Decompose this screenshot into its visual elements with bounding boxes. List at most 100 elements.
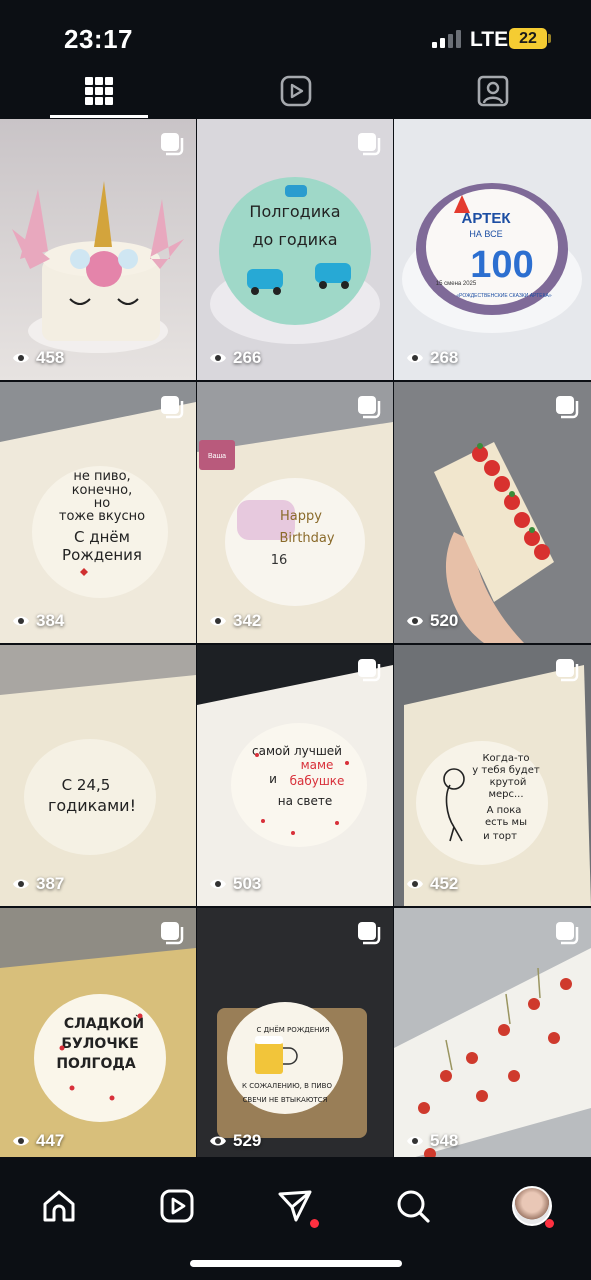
cake-inscription: Birthday: [279, 531, 334, 546]
posts-grid: 458 Полгодика до годика 266 АРТЕК НА ВСЕ…: [0, 119, 591, 1163]
view-count: 529: [209, 1131, 261, 1151]
cake-inscription: СЛАДКОЙ: [64, 1015, 144, 1032]
cake-inscription: ПОЛГОДА: [56, 1056, 136, 1072]
active-tab-indicator: [50, 115, 148, 118]
send-icon: [278, 1190, 312, 1222]
view-count: 503: [209, 874, 261, 894]
view-count-value: 342: [233, 611, 262, 630]
multiple-photos-icon: [358, 133, 381, 156]
cake-inscription: БУЛОЧКЕ: [61, 1036, 138, 1052]
battery-tip: [548, 34, 551, 43]
eye-icon: [407, 616, 423, 626]
multiple-photos-icon: [161, 922, 184, 945]
cake-inscription: и торт: [483, 831, 517, 842]
post-image: АРТЕК НА ВСЕ 100 15 смена 2025 «РОЖДЕСТВ…: [394, 119, 591, 380]
post-tile[interactable]: Когда-то у тебя будет крутой мерс... А п…: [394, 645, 591, 906]
view-count: 268: [406, 348, 458, 368]
tab-tagged[interactable]: [394, 64, 591, 118]
view-count-value: 458: [36, 348, 65, 367]
eye-icon: [407, 1136, 423, 1146]
cake-inscription: маме: [301, 758, 334, 772]
view-count: 266: [209, 348, 261, 368]
cake-inscription: у тебя будет: [472, 765, 540, 776]
multiple-photos-icon: [556, 922, 579, 945]
nav-profile[interactable]: [473, 1171, 591, 1241]
home-icon: [43, 1190, 75, 1222]
eye-icon: [13, 879, 29, 889]
view-count: 520: [406, 611, 458, 631]
post-tile[interactable]: С 24,5 годиками! 387: [0, 645, 196, 906]
cake-inscription: НА ВСЕ: [469, 229, 502, 239]
cake-inscription: К СОЖАЛЕНИЮ, В ПИВО: [242, 1082, 332, 1090]
view-count-value: 529: [233, 1131, 262, 1150]
cake-inscription: С ДНЁМ РОЖДЕНИЯ: [256, 1025, 329, 1034]
view-count: 384: [12, 611, 64, 631]
view-count-value: 503: [233, 874, 262, 893]
post-tile[interactable]: Happy Birthday 16 Ваша 342: [197, 382, 393, 643]
view-count: 548: [406, 1131, 458, 1151]
view-count: 447: [12, 1131, 64, 1151]
multiple-photos-icon: [161, 396, 184, 419]
view-count: 387: [12, 874, 64, 894]
view-count-value: 452: [430, 874, 459, 893]
eye-icon: [407, 879, 423, 889]
status-time: 23:17: [64, 24, 133, 54]
eye-icon: [210, 616, 226, 626]
post-tile[interactable]: СЛАДКОЙ БУЛОЧКЕ ПОЛГОДА 447: [0, 908, 196, 1163]
cake-inscription: 15 смена 2025: [436, 281, 477, 287]
tab-grid[interactable]: [0, 64, 197, 118]
reels-icon: [160, 1189, 194, 1223]
eye-icon: [210, 1136, 226, 1146]
nav-reels[interactable]: [118, 1171, 236, 1241]
post-image: Полгодика до годика: [197, 119, 393, 380]
cake-inscription: годиками!: [48, 796, 136, 815]
cake-inscription: бабушке: [290, 774, 345, 788]
profile-tabs: [0, 64, 591, 118]
post-tile[interactable]: не пиво, конечно, но тоже вкусно С днём …: [0, 382, 196, 643]
post-tile[interactable]: АРТЕК НА ВСЕ 100 15 смена 2025 «РОЖДЕСТВ…: [394, 119, 591, 380]
home-indicator: [190, 1260, 402, 1267]
cake-inscription: Рождения: [62, 546, 142, 564]
nav-search[interactable]: [354, 1171, 472, 1241]
post-image: самой лучшей маме и бабушке на свете: [197, 645, 393, 906]
tab-reels[interactable]: [197, 64, 394, 118]
eye-icon: [13, 353, 29, 363]
battery-indicator: 22: [509, 28, 547, 49]
notification-dot: [545, 1219, 554, 1228]
post-tile[interactable]: самой лучшей маме и бабушке на свете 503: [197, 645, 393, 906]
cake-inscription: Когда-то: [482, 753, 529, 764]
view-count-value: 447: [36, 1131, 65, 1150]
multiple-photos-icon: [358, 396, 381, 419]
multiple-photos-icon: [358, 659, 381, 682]
grid-icon: [84, 77, 113, 105]
notification-dot: [310, 1219, 319, 1228]
eye-icon: [210, 879, 226, 889]
view-count-value: 548: [430, 1131, 459, 1150]
eye-icon: [13, 616, 29, 626]
post-tile[interactable]: 458: [0, 119, 196, 380]
post-image: Happy Birthday 16 Ваша: [197, 382, 393, 643]
view-count-value: 387: [36, 874, 65, 893]
post-image: [394, 908, 591, 1163]
cake-topper-label: Ваша: [208, 453, 226, 460]
nav-home[interactable]: [0, 1171, 118, 1241]
eye-icon: [210, 353, 226, 363]
post-tile[interactable]: С ДНЁМ РОЖДЕНИЯ К СОЖАЛЕНИЮ, В ПИВО СВЕЧ…: [197, 908, 393, 1163]
cake-inscription: до годика: [252, 230, 337, 249]
post-tile[interactable]: 548: [394, 908, 591, 1163]
cake-inscription: Полгодика: [249, 202, 340, 221]
cake-inscription: самой лучшей: [252, 744, 342, 758]
cake-inscription: 100: [470, 244, 533, 286]
view-count: 342: [209, 611, 261, 631]
multiple-photos-icon: [556, 659, 579, 682]
eye-icon: [13, 1136, 29, 1146]
network-type: LTE: [470, 28, 509, 51]
nav-direct[interactable]: [236, 1171, 354, 1241]
multiple-photos-icon: [556, 396, 579, 419]
search-icon: [397, 1190, 430, 1223]
post-tile[interactable]: Полгодика до годика 266: [197, 119, 393, 380]
post-image: Когда-то у тебя будет крутой мерс... А п…: [394, 645, 591, 906]
post-tile[interactable]: 520: [394, 382, 591, 643]
cake-inscription: мерс...: [488, 789, 523, 800]
tagged-person-icon: [477, 75, 508, 107]
